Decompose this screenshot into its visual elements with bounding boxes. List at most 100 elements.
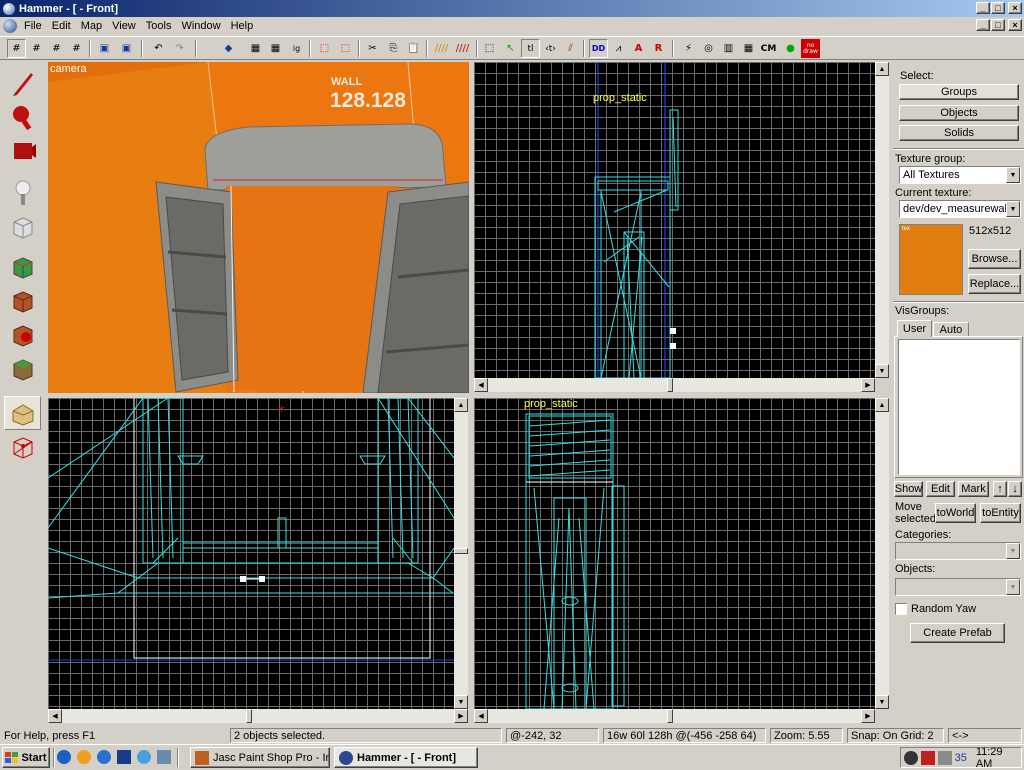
ie-quicklaunch-icon[interactable] — [57, 750, 71, 764]
display-helpers-icon[interactable]: R — [649, 39, 668, 58]
menu-file[interactable]: File — [19, 20, 47, 32]
selection-box-icon[interactable]: ⬚ — [480, 39, 499, 58]
camera-tool-icon[interactable] — [4, 134, 41, 168]
paste-icon[interactable]: 📋 — [404, 39, 423, 58]
mark-button[interactable]: Mark — [958, 481, 989, 497]
align-icon[interactable]: ‹t› — [541, 39, 560, 58]
show-all-icon[interactable]: //// — [453, 39, 472, 58]
animate-models-icon[interactable]: A — [629, 39, 648, 58]
replace-button[interactable]: Replace... — [968, 274, 1021, 294]
grid-3d-icon[interactable]: # — [67, 39, 86, 58]
select-cursor-icon[interactable]: ↖ — [501, 39, 520, 58]
undo-icon[interactable]: ↶ — [149, 39, 168, 58]
cut-icon[interactable]: ✂ — [363, 39, 382, 58]
camera-viewport[interactable]: camera WALL 128.128 — [48, 62, 469, 393]
carve-tool-icon[interactable]: ⚡ — [679, 39, 698, 58]
texture-lock-toggle-icon[interactable]: tl — [521, 39, 540, 58]
clipping-tool-icon[interactable] — [4, 396, 41, 430]
grid-smaller-icon[interactable]: # — [27, 39, 46, 58]
edit-button[interactable]: Edit — [926, 481, 955, 497]
volume-tray-icon[interactable] — [920, 750, 935, 765]
player-quicklaunch-icon[interactable] — [137, 750, 151, 764]
grid-larger-icon[interactable]: # — [47, 39, 66, 58]
menu-view[interactable]: View — [107, 20, 141, 32]
mdi-close-button[interactable]: × — [1008, 19, 1022, 31]
network-tray-icon[interactable] — [937, 750, 952, 765]
objects-select[interactable]: ▼ — [895, 578, 1021, 596]
maximize-button[interactable]: □ — [991, 2, 1005, 14]
side-viewport-hscroll[interactable]: ◀ ▶ — [48, 709, 468, 723]
side-viewport[interactable]: * — [48, 398, 454, 709]
texture-browser-icon[interactable]: ▥ — [719, 39, 738, 58]
front-viewport[interactable]: prop_static — [474, 398, 875, 709]
run-map-icon[interactable]: ◎ — [699, 39, 718, 58]
to-world-button[interactable]: toWorld — [935, 503, 976, 523]
menu-tools[interactable]: Tools — [141, 20, 177, 32]
front-viewport-hscroll[interactable]: ◀ ▶ — [474, 709, 875, 723]
desktop-quicklaunch-icon[interactable] — [117, 750, 131, 764]
redo-icon[interactable]: ↷ — [170, 39, 189, 58]
magnify-tool-icon[interactable] — [4, 100, 41, 134]
chevron-down-icon[interactable]: ▼ — [1006, 579, 1020, 595]
block-tool-icon[interactable] — [4, 210, 41, 244]
texture-scale-lock-icon[interactable]: ⬚ — [336, 39, 355, 58]
taskbar-paintshop-button[interactable]: Jasc Paint Shop Pro - Im... — [190, 747, 330, 768]
side-viewport-vscroll[interactable]: ▲ ▼ — [454, 398, 468, 709]
texture-preview[interactable]: tex — [899, 224, 963, 295]
decal-tool-icon[interactable] — [4, 318, 41, 352]
entity-report-icon[interactable]: ▦ — [739, 39, 758, 58]
hide-selected-icon[interactable]: //// — [432, 39, 451, 58]
categories-select[interactable]: ▼ — [895, 542, 1021, 560]
tab-auto[interactable]: Auto — [933, 322, 969, 337]
leaf-icon[interactable]: ● — [781, 39, 800, 58]
menu-help[interactable]: Help — [226, 20, 259, 32]
steam-tray-icon[interactable] — [904, 750, 918, 765]
move-up-button[interactable]: ↑ — [993, 481, 1007, 497]
to-entity-button[interactable]: toEntity — [980, 503, 1021, 523]
taskbar-hammer-button[interactable]: Hammer - [ - Front] — [334, 747, 478, 768]
tray-number[interactable]: 35 — [955, 752, 967, 764]
grid-toggle-icon[interactable]: # — [7, 39, 26, 58]
ungroup-icon[interactable]: ▣ — [117, 39, 136, 58]
random-yaw-checkbox[interactable] — [895, 603, 907, 615]
chevron-down-icon[interactable]: ▼ — [1006, 167, 1020, 183]
start-button[interactable]: Start — [2, 747, 50, 768]
top-viewport-vscroll[interactable]: ▲ ▼ — [875, 62, 889, 378]
select-objects-button[interactable]: Objects — [899, 105, 1019, 121]
document-icon[interactable] — [3, 19, 17, 33]
texture-application-icon[interactable] — [4, 250, 41, 284]
select-solids-button[interactable]: Solids — [899, 125, 1019, 141]
mdi-restore-button[interactable]: □ — [991, 19, 1005, 31]
current-texture-select[interactable]: dev/dev_measurewall0 ▼ — [899, 200, 1021, 218]
cordon-icon[interactable]: ⩘ — [609, 39, 628, 58]
menu-edit[interactable]: Edit — [47, 20, 76, 32]
chevron-down-icon[interactable]: ▼ — [1006, 201, 1020, 217]
apply-texture-icon[interactable] — [4, 284, 41, 318]
hollow-icon[interactable]: ▦ — [246, 39, 265, 58]
carve-icon[interactable]: ◆ — [219, 39, 238, 58]
top-viewport-hscroll[interactable]: ◀ ▶ — [474, 378, 875, 392]
create-prefab-button[interactable]: Create Prefab — [910, 623, 1005, 643]
show-button[interactable]: Show — [894, 481, 923, 497]
window-title-bar[interactable]: Hammer - [ - Front] _ □ × — [0, 0, 1024, 17]
tie-to-entity-icon[interactable]: ▦ — [266, 39, 285, 58]
nodraw-texture-icon[interactable]: no draw — [801, 39, 820, 58]
ignore-groups-icon[interactable]: ig — [287, 39, 306, 58]
top-viewport[interactable]: prop_static — [474, 62, 875, 378]
copy-icon[interactable]: ⎘ — [384, 39, 403, 58]
app-quicklaunch-icon[interactable] — [157, 750, 171, 764]
flip-icon[interactable]: ⫽ — [561, 39, 580, 58]
move-down-button[interactable]: ↓ — [1008, 481, 1022, 497]
media-quicklaunch-icon[interactable] — [97, 750, 111, 764]
minimize-button[interactable]: _ — [976, 2, 990, 14]
texture-lock-icon[interactable]: ⬚ — [315, 39, 334, 58]
selection-tool-icon[interactable] — [4, 66, 41, 100]
select-groups-button[interactable]: Groups — [899, 84, 1019, 100]
browse-button[interactable]: Browse... — [968, 249, 1021, 269]
mdi-minimize-button[interactable]: _ — [976, 19, 990, 31]
front-viewport-vscroll[interactable]: ▲ ▼ — [875, 398, 889, 709]
group-icon[interactable]: ▣ — [95, 39, 114, 58]
menu-window[interactable]: Window — [176, 20, 225, 32]
messenger-quicklaunch-icon[interactable] — [77, 750, 91, 764]
visgroups-list[interactable] — [898, 339, 1020, 475]
